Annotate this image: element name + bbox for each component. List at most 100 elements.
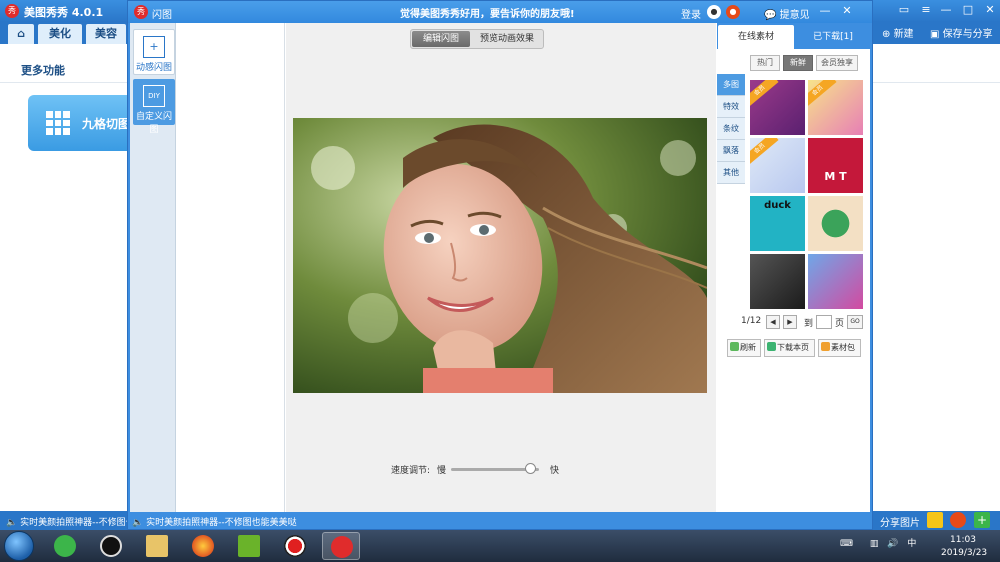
photo-canvas[interactable] [293, 118, 707, 393]
thumbnail[interactable]: 会员 [750, 80, 805, 135]
go-button[interactable]: GO [847, 315, 863, 329]
tab-beautify[interactable]: 美化 [38, 24, 82, 44]
thumbnail-text: duck [764, 200, 791, 211]
frame-list-panel [177, 23, 285, 512]
weibo-icon[interactable] [950, 512, 966, 528]
refresh-button[interactable]: 刷新 [727, 339, 761, 357]
pagination: 1/12 ◀ ▶ 到 页 GO [741, 314, 866, 330]
start-button[interactable] [4, 531, 34, 561]
filter-new[interactable]: 新鲜 [783, 55, 813, 71]
media-player-icon [238, 535, 260, 557]
save-share-button[interactable]: ▣ 保存与分享 [930, 25, 993, 40]
tab-custom-flash-label: 自定义闪图 [135, 112, 172, 135]
filter-group: 热门 新鲜 会员独享 [750, 55, 860, 71]
category-other[interactable]: 其他 [717, 162, 745, 184]
volume-icon[interactable]: 🔊 [887, 539, 898, 549]
refresh-icon [730, 342, 739, 351]
goto-label: 到 [804, 319, 814, 329]
save-button-label: 保存与分享 [942, 29, 993, 40]
vip-badge: 会员 [808, 80, 837, 108]
category-stripes[interactable]: 条纹 [717, 118, 745, 140]
share-image-label[interactable]: 分享图片 [880, 514, 920, 529]
clock-date[interactable]: 2019/3/23 [941, 548, 987, 558]
thumbnail[interactable] [808, 254, 863, 309]
firefox-icon [192, 535, 214, 557]
thumbnail[interactable] [750, 254, 805, 309]
qq-icon [100, 535, 122, 557]
dialog-body: + 动感闪图 DIY 自定义闪图 编辑闪图 预览动画效果 速度调节: 慢 快 在… [130, 23, 870, 512]
plus-square-icon: + [143, 36, 165, 58]
taskbar-app-360[interactable] [46, 532, 84, 560]
mode-switcher: 编辑闪图 预览动画效果 [410, 29, 544, 49]
speed-slider-thumb[interactable] [524, 463, 536, 474]
keyboard-icon[interactable]: ⌨ [840, 539, 853, 549]
thumbnail[interactable]: 会员 [750, 138, 805, 193]
minimize-icon[interactable]: — [816, 4, 834, 17]
tab-edit-flash[interactable]: 编辑闪图 [412, 31, 470, 47]
tab-downloaded[interactable]: 已下载[1] [797, 25, 869, 49]
dialog-status-text[interactable]: 🔈 实时美颜拍照神器--不修图也能美美哒 [132, 515, 297, 528]
grid-cut-button[interactable]: 九格切图 [28, 95, 138, 151]
clock-time[interactable]: 11:03 [950, 535, 976, 545]
360-icon [54, 535, 76, 557]
package-button[interactable]: 素材包 [818, 339, 861, 357]
download-icon [767, 342, 776, 351]
taskbar-app-firefox[interactable] [184, 532, 222, 560]
refresh-label: 刷新 [740, 343, 756, 352]
dialog-slogan: 觉得美图秀秀好用，要告诉你的朋友哦! [400, 9, 575, 20]
dialog-title-bar: 秀 闪图 觉得美图秀秀好用，要告诉你的朋友哦! 登录 ● ● 💬 提意见 — ✕ [128, 1, 872, 23]
category-effects[interactable]: 特效 [717, 96, 745, 118]
filter-hot[interactable]: 热门 [750, 55, 780, 71]
recorder-icon [284, 535, 306, 557]
tab-online-materials[interactable]: 在线素材 [718, 25, 794, 49]
login-link[interactable]: 登录 [681, 6, 701, 21]
tab-dynamic-flash[interactable]: + 动感闪图 [133, 29, 175, 75]
tab-beauty[interactable]: 美容 [86, 24, 126, 44]
thumbnail[interactable]: duck [750, 196, 805, 251]
category-multi[interactable]: 多图 [717, 74, 745, 96]
minimize-icon[interactable]: — [937, 3, 955, 16]
close-icon[interactable]: ✕ [981, 3, 999, 16]
qq-login-icon[interactable]: ● [707, 5, 721, 19]
main-app-title: 美图秀秀 4.0.1 [24, 6, 104, 19]
vip-badge: 会员 [750, 138, 779, 166]
feedback-link[interactable]: 💬 提意见 [764, 6, 810, 21]
thumbnail[interactable]: 会员 [808, 80, 863, 135]
speed-label: 速度调节: [391, 466, 431, 476]
network-icon[interactable]: ▥ [870, 539, 879, 549]
prev-page-button[interactable]: ◀ [766, 315, 780, 329]
taskbar-app-media-player[interactable] [230, 532, 268, 560]
explorer-icon [146, 535, 168, 557]
maximize-icon[interactable]: □ [959, 3, 977, 16]
taskbar-app-meitu[interactable] [322, 532, 360, 560]
dialog-status-label: 实时美颜拍照神器--不修图也能美美哒 [146, 518, 297, 528]
chat-icon[interactable]: ▭ [895, 3, 913, 16]
tab-preview-animation[interactable]: 预览动画效果 [473, 31, 541, 47]
download-page-button[interactable]: 下载本页 [764, 339, 815, 357]
materials-panel: 在线素材 已下载[1] 热门 新鲜 会员独享 多图 特效 条纹 飘落 其他 会员 [717, 23, 870, 512]
taskbar-app-qq[interactable] [92, 532, 130, 560]
page-input[interactable] [816, 315, 832, 329]
tab-custom-flash[interactable]: DIY 自定义闪图 [133, 79, 175, 135]
canvas-area: 编辑闪图 预览动画效果 速度调节: 慢 快 [286, 23, 716, 512]
menu-icon[interactable]: ≡ [917, 3, 935, 16]
home-tab[interactable]: ⌂ [8, 24, 34, 44]
diy-icon: DIY [143, 85, 165, 107]
next-page-button[interactable]: ▶ [783, 315, 797, 329]
thumbnail[interactable]: M T [808, 138, 863, 193]
taskbar-app-explorer[interactable] [138, 532, 176, 560]
close-icon[interactable]: ✕ [838, 4, 856, 17]
ime-icon[interactable]: 中 [907, 539, 916, 549]
new-button[interactable]: ⊕ 新建 [882, 25, 914, 40]
category-falling[interactable]: 飘落 [717, 140, 745, 162]
filter-vip[interactable]: 会员独享 [816, 55, 858, 71]
left-tab-bar: + 动感闪图 DIY 自定义闪图 [130, 23, 176, 512]
thumbnail[interactable] [808, 196, 863, 251]
star-icon[interactable] [927, 512, 943, 528]
add-icon[interactable]: + [974, 512, 990, 528]
system-tray: ⌨ ▥ 🔊 中 [840, 536, 916, 549]
weibo-login-icon[interactable]: ● [726, 5, 740, 19]
taskbar-app-recorder[interactable] [276, 532, 314, 560]
tab-dynamic-flash-label: 动感闪图 [135, 63, 172, 73]
download-page-label: 下载本页 [777, 343, 809, 352]
